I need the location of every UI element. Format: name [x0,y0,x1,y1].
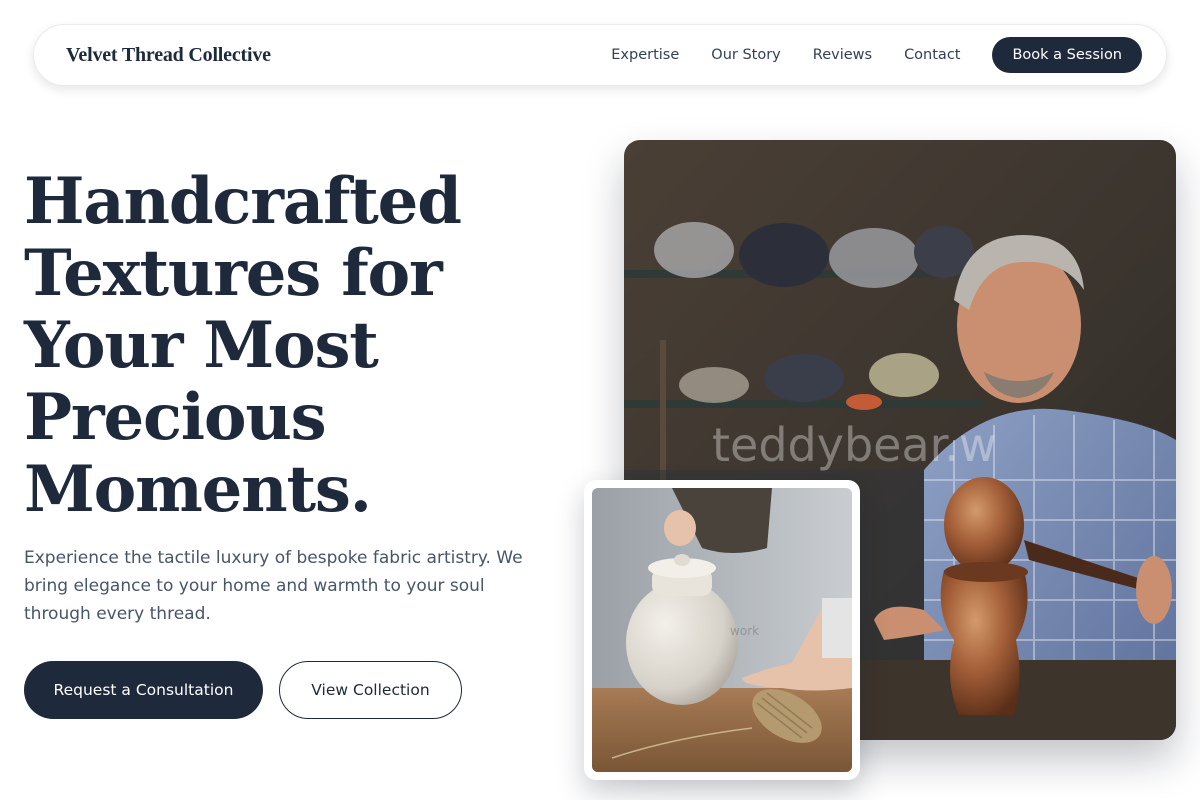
nav-links: Expertise Our Story Reviews Contact Book… [611,37,1142,73]
view-collection-button[interactable]: View Collection [279,661,462,719]
nav-link-reviews[interactable]: Reviews [813,47,872,63]
nav-link-contact[interactable]: Contact [904,47,960,63]
inset-watermark: work [730,624,760,638]
headline-line: Your Most [24,308,379,383]
top-navbar: Velvet Thread Collective Expertise Our S… [33,24,1167,86]
hero-headline: Handcrafted Textures for Your Most Preci… [24,166,584,526]
headline-line: Moments. [24,452,372,527]
headline-line: Handcrafted [24,164,462,239]
headline-line: Textures for [24,236,443,311]
book-session-button[interactable]: Book a Session [992,37,1142,73]
hero-subtext: Experience the tactile luxury of bespoke… [24,548,523,624]
pottery-photo-illustration [592,488,852,772]
headline-line: Precious [24,380,327,455]
pottery-photo: work [592,488,852,772]
request-consultation-button[interactable]: Request a Consultation [24,661,263,719]
nav-link-expertise[interactable]: Expertise [611,47,679,63]
pottery-photo-card: work [584,480,860,780]
brand-logo[interactable]: Velvet Thread Collective [66,44,271,67]
nav-link-our-story[interactable]: Our Story [711,47,780,63]
